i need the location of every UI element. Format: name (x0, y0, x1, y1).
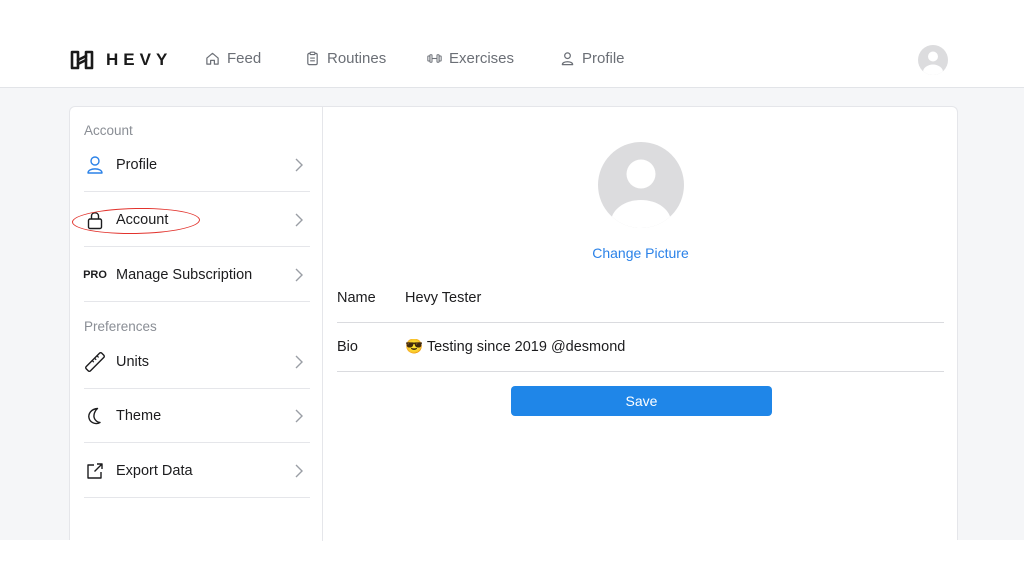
hevy-logo[interactable]: HEVY (68, 48, 172, 72)
sidebar-item-profile[interactable]: Profile (84, 138, 310, 192)
nav-exercises[interactable]: Exercises (427, 50, 514, 67)
sidebar-item-manage-subscription[interactable]: PRO Manage Subscription (83, 248, 310, 302)
ruler-icon (84, 351, 106, 373)
sidebar-item-label: Units (116, 353, 150, 370)
sidebar-item-units[interactable]: Units (84, 335, 310, 389)
sidebar-item-account[interactable]: Account (84, 193, 310, 247)
clipboard-icon (307, 51, 318, 66)
bio-input[interactable] (405, 338, 905, 355)
user-avatar[interactable] (918, 45, 948, 75)
sidebar-item-export-data[interactable]: Export Data (84, 444, 310, 498)
chevron-right-icon (295, 213, 303, 227)
sidebar-item-label: Profile (116, 156, 158, 173)
bio-row: Bio (337, 322, 944, 372)
home-icon (206, 52, 219, 65)
nav-profile-label: Profile (582, 50, 625, 67)
profile-editor: Change Picture Name Bio Save (324, 107, 957, 541)
avatar-placeholder-icon (611, 159, 671, 228)
pro-badge: PRO (83, 264, 107, 286)
dumbbell-icon (427, 54, 442, 63)
settings-card: Account Profile Account PRO Manage Subsc… (69, 106, 958, 541)
lock-icon (84, 209, 106, 231)
nav-feed-label: Feed (227, 50, 262, 67)
moon-icon (84, 405, 106, 427)
sidebar-item-label: Export Data (116, 462, 193, 479)
profile-picture[interactable] (598, 142, 684, 228)
logo-text: HEVY (106, 50, 173, 69)
nav-feed[interactable]: Feed (205, 50, 261, 67)
chevron-right-icon (295, 355, 303, 369)
nav-routines[interactable]: Routines (305, 50, 386, 67)
settings-sidebar: Account Profile Account PRO Manage Subsc… (70, 107, 323, 541)
nav-profile[interactable]: Profile (560, 50, 625, 67)
save-button[interactable]: Save (511, 386, 772, 416)
section-label-account: Account (84, 123, 133, 138)
bottom-strip (0, 540, 1024, 576)
chevron-right-icon (295, 464, 303, 478)
name-input[interactable] (405, 289, 905, 306)
pro-badge-text: PRO (83, 268, 107, 281)
bio-label: Bio (337, 338, 358, 355)
sidebar-item-label: Theme (116, 407, 162, 424)
chevron-right-icon (295, 268, 303, 282)
chevron-right-icon (295, 409, 303, 423)
nav-routines-label: Routines (327, 50, 387, 67)
user-icon (84, 154, 106, 176)
change-picture-link[interactable]: Change Picture (324, 245, 957, 261)
sidebar-item-label: Manage Subscription (116, 266, 253, 283)
sidebar-item-label: Account (116, 211, 169, 228)
user-icon (561, 52, 574, 66)
avatar-placeholder-icon (923, 51, 943, 75)
name-row: Name (337, 273, 944, 323)
sidebar-item-theme[interactable]: Theme (84, 389, 310, 443)
section-label-preferences: Preferences (84, 319, 157, 334)
name-label: Name (337, 289, 376, 306)
export-icon (84, 460, 106, 482)
top-navbar: HEVY Feed Routines Exercises Profile (0, 0, 1024, 88)
chevron-right-icon (295, 158, 303, 172)
hevy-logo-icon (70, 50, 94, 70)
nav-exercises-label: Exercises (449, 50, 515, 67)
